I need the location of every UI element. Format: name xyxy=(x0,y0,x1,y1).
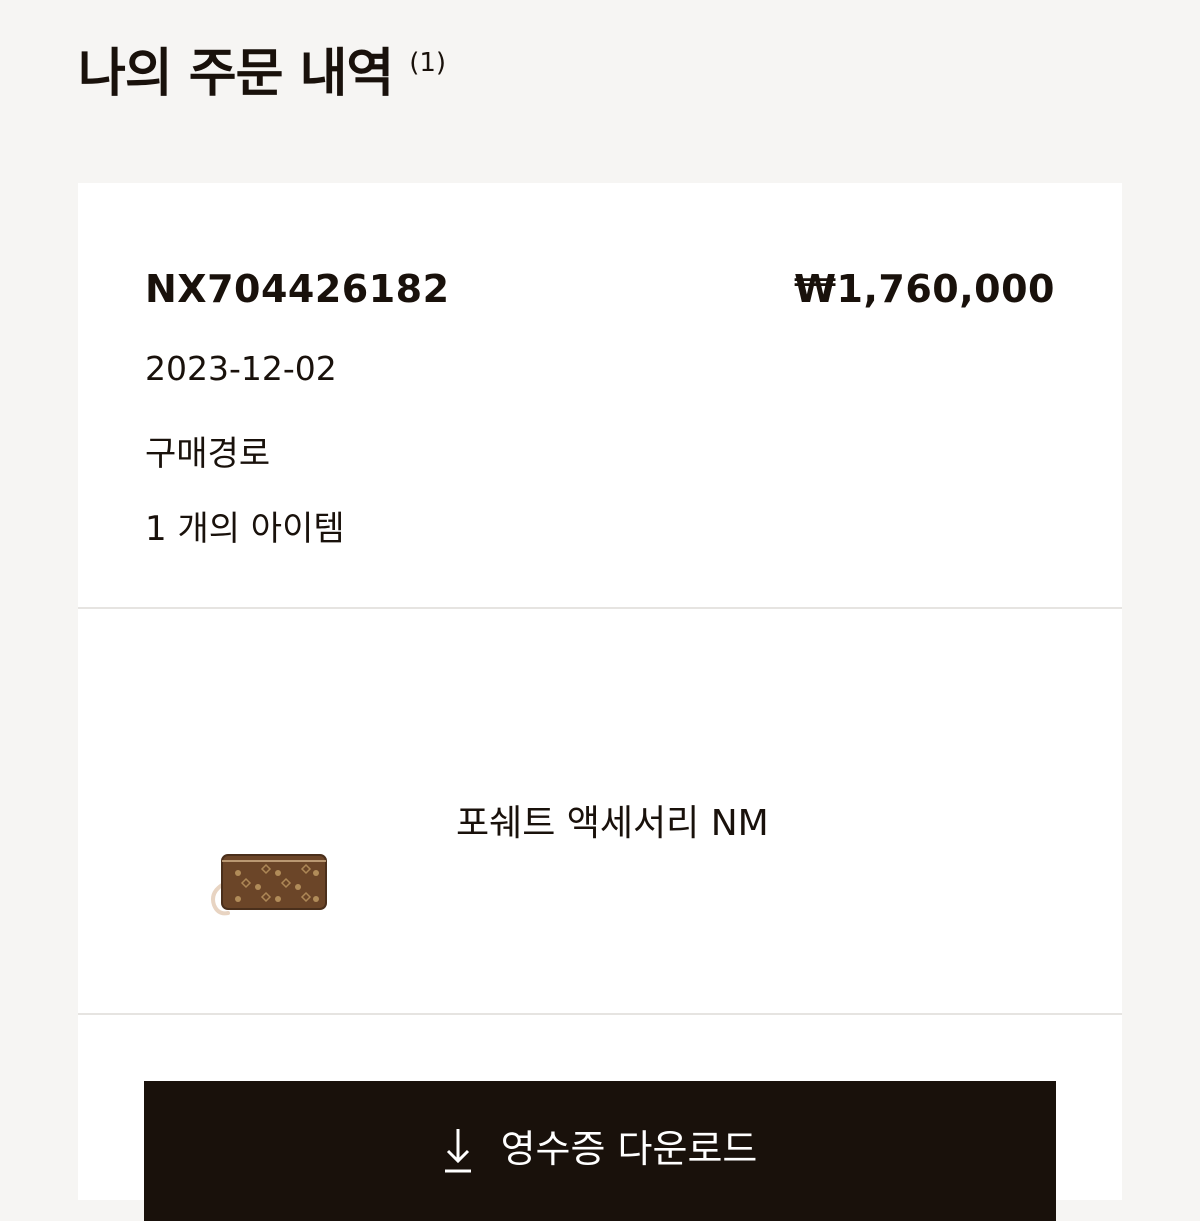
page-header: 나의 주문 내역 (1) xyxy=(78,38,446,110)
purchase-channel-label: 구매경로 xyxy=(145,434,271,474)
download-receipt-button[interactable]: 영수증 다운로드 xyxy=(144,1081,1056,1221)
order-number: NX704426182 xyxy=(145,267,450,311)
page-title: 나의 주문 내역 xyxy=(78,44,394,104)
order-count-badge: (1) xyxy=(409,48,447,78)
download-arrow-icon xyxy=(444,1129,471,1173)
product-name[interactable]: 포쉐트 액세서리 NM xyxy=(456,794,769,846)
order-summary: NX704426182 ₩1,760,000 2023-12-02 구매경로 1… xyxy=(78,183,1122,609)
order-date: 2023-12-02 xyxy=(145,349,337,388)
order-card[interactable]: NX704426182 ₩1,760,000 2023-12-02 구매경로 1… xyxy=(78,183,1122,1221)
product-row[interactable]: 포쉐트 액세서리 NM xyxy=(78,609,1122,1015)
item-count: 1 개의 아이템 xyxy=(145,509,345,549)
monogram-pouch-image[interactable] xyxy=(208,845,338,921)
download-receipt-label: 영수증 다운로드 xyxy=(500,1127,758,1171)
order-price: ₩1,760,000 xyxy=(794,267,1055,311)
